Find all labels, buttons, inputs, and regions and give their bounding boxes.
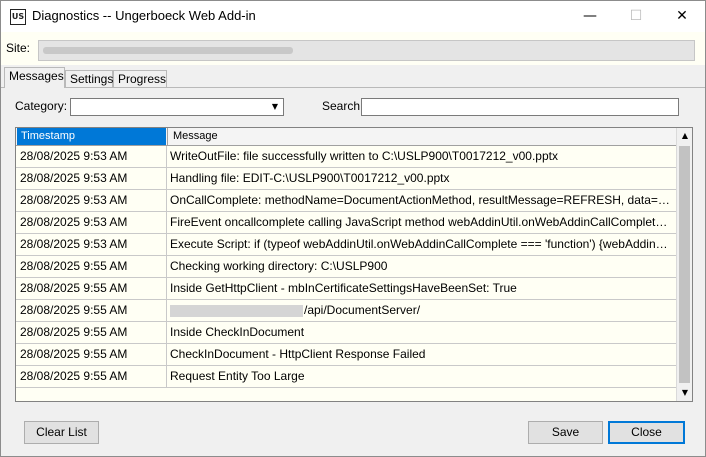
column-header-timestamp[interactable]: Timestamp: [17, 128, 166, 145]
tab-settings[interactable]: Settings: [65, 70, 113, 87]
table-row[interactable]: 28/08/2025 9:53 AM OnCallComplete: method…: [16, 190, 676, 212]
search-label: Search:: [322, 99, 364, 113]
scroll-up-icon[interactable]: ▲: [677, 128, 692, 144]
table-row[interactable]: 28/08/2025 9:55 AM/api/DocumentServer/: [16, 300, 676, 322]
cell-message: Checking working directory: C:\USLP900: [170, 259, 388, 273]
messages-grid: Timestamp Message 28/08/2025 9:53 AM Writ…: [15, 127, 693, 402]
cell-timestamp: 28/08/2025 9:55 AM: [16, 344, 167, 365]
clear-list-button[interactable]: Clear List: [24, 421, 99, 444]
cell-timestamp: 28/08/2025 9:55 AM: [16, 256, 167, 277]
cell-timestamp: 28/08/2025 9:55 AM: [16, 366, 167, 387]
cell-timestamp: 28/08/2025 9:55 AM: [16, 300, 167, 321]
site-field[interactable]: [38, 40, 695, 61]
tab-progress[interactable]: Progress: [113, 70, 167, 87]
window-title: Diagnostics -- Ungerboeck Web Add-in: [32, 8, 256, 23]
grid-rows: 28/08/2025 9:53 AM WriteOutFile: file suc…: [16, 146, 676, 388]
cell-message: WriteOutFile: file successfully written …: [170, 149, 558, 163]
diagnostics-window: US Diagnostics -- Ungerboeck Web Add-in …: [0, 0, 706, 457]
search-input[interactable]: [361, 98, 679, 116]
tab-strip: Messages Settings Progress: [1, 65, 705, 88]
cell-message: OnCallComplete: methodName=DocumentActio…: [170, 193, 674, 207]
cell-message: FireEvent oncallcomplete calling JavaScr…: [170, 215, 674, 229]
redacted-host: [170, 304, 303, 317]
cell-message: Execute Script: if (typeof webAddinUtil.…: [170, 237, 674, 251]
cell-timestamp: 28/08/2025 9:55 AM: [16, 322, 167, 343]
cell-timestamp: 28/08/2025 9:53 AM: [16, 190, 167, 211]
table-row[interactable]: 28/08/2025 9:55 AM Checking working direc…: [16, 256, 676, 278]
title-bar[interactable]: US Diagnostics -- Ungerboeck Web Add-in …: [1, 1, 705, 32]
minimize-button[interactable]: —: [567, 1, 613, 32]
cell-timestamp: 28/08/2025 9:53 AM: [16, 168, 167, 189]
cell-message: Handling file: EDIT-C:\USLP900\T0017212_…: [170, 171, 450, 185]
scroll-down-icon[interactable]: ▼: [677, 385, 692, 401]
maximize-button[interactable]: ☐: [613, 1, 659, 32]
table-row[interactable]: 28/08/2025 9:53 AM WriteOutFile: file suc…: [16, 146, 676, 168]
vertical-scrollbar[interactable]: ▲ ▼: [676, 128, 692, 401]
table-row[interactable]: 28/08/2025 9:55 AM Request Entity Too Lar…: [16, 366, 676, 388]
cell-message: /api/DocumentServer/: [168, 300, 674, 321]
messages-panel: Category: ▼ Search: Timestamp Message 28…: [1, 87, 705, 456]
category-label: Category:: [15, 99, 68, 113]
table-row[interactable]: 28/08/2025 9:55 AM CheckInDocument - Http…: [16, 344, 676, 366]
cell-timestamp: 28/08/2025 9:55 AM: [16, 278, 167, 299]
tab-messages[interactable]: Messages: [4, 67, 65, 88]
cell-timestamp: 28/08/2025 9:53 AM: [16, 234, 167, 255]
table-row[interactable]: 28/08/2025 9:53 AM FireEvent oncallcomple…: [16, 212, 676, 234]
site-row: Site:: [1, 32, 705, 65]
table-row[interactable]: 28/08/2025 9:53 AM Handling file: EDIT-C:…: [16, 168, 676, 190]
site-label: Site:: [6, 41, 31, 55]
save-button[interactable]: Save: [528, 421, 603, 444]
cell-timestamp: 28/08/2025 9:53 AM: [16, 212, 167, 233]
cell-message: CheckInDocument - HttpClient Response Fa…: [170, 347, 426, 361]
site-redacted-value: [43, 47, 293, 54]
scroll-thumb[interactable]: [679, 146, 690, 383]
cell-message: Inside CheckInDocument: [170, 325, 305, 339]
chevron-down-icon[interactable]: ▼: [269, 101, 281, 113]
window-close-button[interactable]: ✕: [659, 1, 705, 32]
grid-header: Timestamp Message: [16, 128, 676, 146]
cell-message-text: /api/DocumentServer/: [304, 303, 421, 317]
app-icon: US: [10, 9, 26, 25]
cell-message: Inside GetHttpClient - mbInCertificateSe…: [170, 281, 517, 295]
cell-timestamp: 28/08/2025 9:53 AM: [16, 146, 167, 167]
column-header-message[interactable]: Message: [167, 128, 676, 145]
category-select[interactable]: ▼: [70, 98, 284, 116]
table-row[interactable]: 28/08/2025 9:53 AM Execute Script: if (ty…: [16, 234, 676, 256]
table-row[interactable]: 28/08/2025 9:55 AM Inside GetHttpClient -…: [16, 278, 676, 300]
close-button[interactable]: Close: [608, 421, 685, 444]
cell-message: Request Entity Too Large: [170, 369, 305, 383]
table-row[interactable]: 28/08/2025 9:55 AM Inside CheckInDocument: [16, 322, 676, 344]
